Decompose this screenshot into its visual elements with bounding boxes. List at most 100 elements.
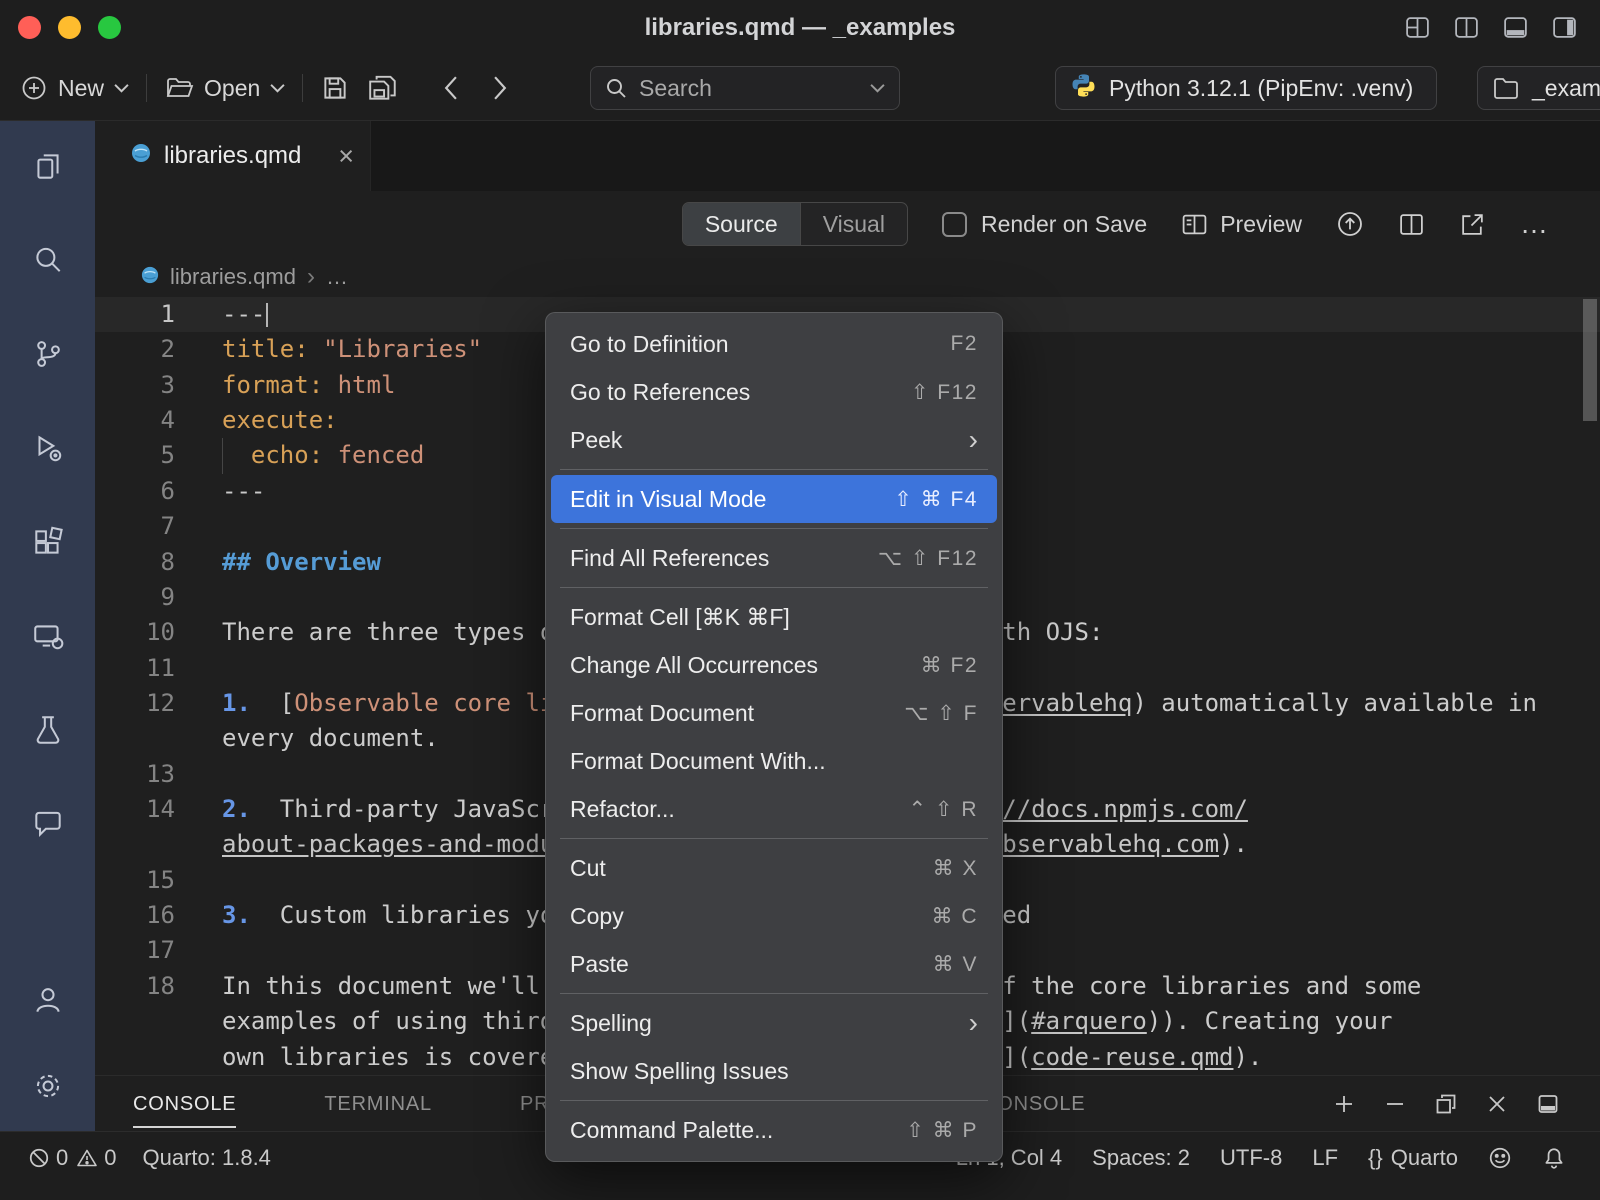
context-menu-item-cut[interactable]: Cut⌘ X — [546, 844, 1002, 892]
minimize-icon[interactable] — [1383, 1092, 1407, 1116]
save-all-icon[interactable] — [367, 73, 399, 103]
preview-button[interactable]: Preview — [1181, 211, 1302, 238]
editor-toolbar: Source Visual Render on Save Preview … — [95, 191, 1600, 257]
menu-item-label: Go to Definition — [570, 331, 950, 358]
close-icon[interactable] — [1485, 1092, 1509, 1116]
interpreter-selector[interactable]: Python 3.12.1 (PipEnv: .venv) — [1055, 66, 1437, 110]
remote-preview-icon[interactable] — [31, 619, 65, 653]
text-cursor — [266, 303, 268, 327]
breadcrumb-more[interactable]: … — [326, 264, 348, 290]
code-token: fenced — [323, 441, 424, 469]
window-layout-controls — [1404, 14, 1578, 41]
menu-separator — [560, 1100, 988, 1101]
menu-item-shortcut: ⌘ X — [933, 856, 978, 881]
panel-right-icon[interactable] — [1551, 14, 1578, 41]
account-icon[interactable] — [31, 983, 65, 1017]
context-menu-item-refactor[interactable]: Refactor...⌃ ⇧ R — [546, 785, 1002, 833]
indentation-status[interactable]: Spaces: 2 — [1092, 1145, 1190, 1171]
context-menu-item-format-document-with[interactable]: Format Document With... — [546, 737, 1002, 785]
testing-icon[interactable] — [31, 713, 65, 747]
line-number: 8 — [95, 545, 175, 580]
panel-tab-console[interactable]: CONSOLE — [133, 1080, 236, 1128]
render-on-save-checkbox[interactable] — [942, 212, 967, 237]
context-menu-item-find-all-references[interactable]: Find All References⌥ ⇧ F12 — [546, 534, 1002, 582]
language-mode-status[interactable]: {} Quarto — [1368, 1145, 1458, 1171]
chevron-down-icon — [114, 83, 129, 93]
notifications-bell-icon[interactable] — [1542, 1146, 1566, 1170]
panel-tab-terminal[interactable]: TERMINAL — [324, 1080, 432, 1128]
extensions-icon[interactable] — [31, 525, 65, 559]
settings-gear-icon[interactable] — [31, 1069, 65, 1103]
comments-icon[interactable] — [31, 807, 65, 841]
source-control-icon[interactable] — [31, 337, 65, 371]
toolbar-divider — [146, 74, 147, 102]
menu-item-shortcut: ⌘ C — [932, 904, 979, 929]
activity-bar — [0, 121, 95, 1131]
split-editor-icon[interactable] — [1398, 211, 1425, 238]
breadcrumb-file[interactable]: libraries.qmd — [170, 264, 296, 290]
open-external-icon[interactable] — [1459, 211, 1486, 238]
layout-grid-icon[interactable] — [1404, 14, 1431, 41]
line-number: 10 — [95, 615, 175, 650]
code-token: 3. — [222, 901, 251, 929]
code-token: ). — [1219, 830, 1248, 858]
workspace-selector[interactable]: _examples — [1477, 66, 1600, 110]
menu-item-label: Paste — [570, 951, 933, 978]
scrollbar-thumb[interactable] — [1583, 299, 1597, 421]
save-icon[interactable] — [320, 73, 350, 103]
line-number — [95, 827, 175, 862]
menu-item-shortcut: F2 — [950, 332, 978, 356]
close-icon[interactable]: × — [338, 143, 354, 170]
menu-item-label: Peek — [570, 427, 969, 454]
tab-bar: libraries.qmd × — [95, 121, 1600, 191]
context-menu-item-copy[interactable]: Copy⌘ C — [546, 892, 1002, 940]
explorer-icon[interactable] — [31, 149, 65, 183]
line-number: 11 — [95, 651, 175, 686]
line-content: execute: — [222, 403, 338, 438]
code-token: ## Overview — [222, 548, 381, 576]
context-menu-item-paste[interactable]: Paste⌘ V — [546, 940, 1002, 988]
split-columns-icon[interactable] — [1453, 14, 1480, 41]
line-number: 14 — [95, 792, 175, 827]
context-menu-item-format-document[interactable]: Format Document⌥ ⇧ F — [546, 689, 1002, 737]
error-count: 0 — [56, 1145, 68, 1171]
line-number: 16 — [95, 898, 175, 933]
encoding-status[interactable]: UTF-8 — [1220, 1145, 1282, 1171]
search-icon[interactable] — [31, 243, 65, 277]
toolbar-divider — [302, 74, 303, 102]
context-menu-item-go-to-references[interactable]: Go to References⇧ F12 — [546, 368, 1002, 416]
new-label: New — [58, 75, 104, 102]
context-menu-item-go-to-definition[interactable]: Go to DefinitionF2 — [546, 320, 1002, 368]
tab-libraries-qmd[interactable]: libraries.qmd × — [95, 121, 371, 191]
panel-bottom-icon[interactable] — [1502, 14, 1529, 41]
context-menu-item-show-spelling-issues[interactable]: Show Spelling Issues — [546, 1047, 1002, 1095]
context-menu-item-edit-in-visual-mode[interactable]: Edit in Visual Mode⇧ ⌘ F4 — [551, 475, 997, 523]
open-button[interactable]: Open — [164, 74, 285, 102]
problems-status[interactable]: 0 0 — [28, 1145, 117, 1171]
source-mode-button[interactable]: Source — [683, 203, 800, 245]
context-menu-item-command-palette[interactable]: Command Palette...⇧ ⌘ P — [546, 1106, 1002, 1154]
context-menu-item-peek[interactable]: Peek› — [546, 416, 1002, 464]
search-box[interactable]: Search — [590, 66, 900, 110]
context-menu-item-spelling[interactable]: Spelling› — [546, 999, 1002, 1047]
context-menu-item-change-all-occurrences[interactable]: Change All Occurrences⌘ F2 — [546, 641, 1002, 689]
context-menu-item-format-cell-k-f[interactable]: Format Cell [⌘K ⌘F] — [546, 593, 1002, 641]
quarto-version-status[interactable]: Quarto: 1.8.4 — [143, 1145, 271, 1171]
code-token: 1. — [222, 689, 251, 717]
panel-layout-icon[interactable] — [1536, 1092, 1560, 1116]
restore-icon[interactable] — [1434, 1092, 1458, 1116]
open-label: Open — [204, 75, 260, 102]
new-button[interactable]: New — [20, 74, 129, 102]
navigate-back-icon[interactable] — [442, 75, 459, 101]
run-debug-icon[interactable] — [31, 431, 65, 465]
code-token: about-packages-and-modules — [222, 830, 598, 858]
feedback-smiley-icon[interactable] — [1488, 1146, 1512, 1170]
more-actions-icon[interactable]: … — [1520, 208, 1550, 240]
visual-mode-button[interactable]: Visual — [800, 203, 907, 245]
submenu-chevron-icon: › — [969, 426, 978, 454]
search-icon — [605, 77, 627, 99]
render-circle-arrow-icon[interactable] — [1336, 210, 1364, 238]
navigate-forward-icon[interactable] — [492, 75, 509, 101]
eol-status[interactable]: LF — [1312, 1145, 1338, 1171]
plus-icon[interactable] — [1332, 1092, 1356, 1116]
